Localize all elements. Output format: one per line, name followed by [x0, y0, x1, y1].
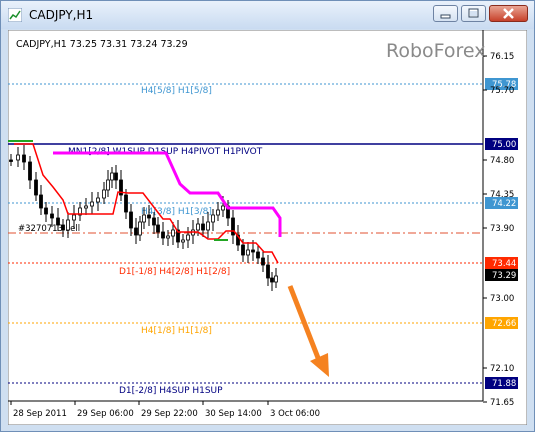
- candle-body: [231, 217, 235, 236]
- candle-body: [61, 224, 65, 231]
- candle-body: [216, 209, 220, 216]
- symbol-info: CADJPY,H1 73.25 73.31 73.24 73.29: [16, 39, 188, 50]
- candle-body: [181, 239, 185, 243]
- candle-body: [72, 214, 76, 221]
- candle-body: [241, 244, 245, 256]
- price-label: 73.00: [490, 294, 514, 304]
- candle-body: [251, 249, 255, 253]
- candle-body: [102, 189, 106, 199]
- price-label: 74.80: [490, 156, 514, 166]
- price-label: 73.90: [490, 224, 514, 234]
- maximize-icon: [468, 8, 479, 18]
- candle-body: [9, 159, 13, 162]
- time-label: 30 Sep 14:00: [205, 409, 262, 419]
- candle-body: [246, 249, 250, 256]
- window-title: CADJPY,H1: [29, 8, 94, 22]
- candle-body: [211, 214, 215, 223]
- minimize-button[interactable]: [433, 5, 458, 22]
- candle-body: [50, 213, 54, 219]
- level-label-h4-5-8: H4[5/8] H1[5/8]: [141, 86, 212, 96]
- current-price-text: 73.29: [492, 271, 516, 281]
- candle-body: [34, 179, 38, 196]
- time-label: 29 Sep 22:00: [141, 409, 198, 419]
- candle-body: [66, 219, 70, 231]
- candle-body: [134, 227, 138, 236]
- candle-body: [201, 223, 205, 231]
- candle-body: [96, 197, 100, 203]
- candle-body: [114, 172, 118, 181]
- price-tag-71-88-text: 71.88: [492, 379, 516, 389]
- candle-body: [196, 223, 200, 231]
- candle-body: [256, 251, 260, 259]
- time-label: 29 Sep 06:00: [77, 409, 134, 419]
- price-chart[interactable]: CADJPY,H1 73.25 73.31 73.24 73.29 RoboFo…: [7, 29, 528, 426]
- candle-body: [261, 257, 265, 266]
- candle-body: [161, 231, 165, 239]
- minimize-icon: [440, 14, 451, 19]
- price-label: 76.15: [490, 52, 514, 62]
- candle-body: [186, 234, 190, 241]
- candle-body: [166, 235, 170, 239]
- candle-body: [152, 217, 156, 226]
- level-label-h4-3-8: H4[3/8] H1[3/8]: [141, 207, 212, 217]
- level-label-d1-minus-2-8: D1[-2/8] H4SUP H1SUP: [119, 386, 223, 396]
- order-label: #3270713 sell: [18, 224, 80, 234]
- price-label: 71.65: [490, 398, 514, 408]
- level-label-h4-1-8: H4[1/8] H1[1/8]: [141, 326, 212, 336]
- candle-body: [44, 207, 48, 215]
- candle-body: [22, 154, 26, 163]
- price-label: 75.70: [490, 86, 514, 96]
- candle-body: [221, 205, 225, 211]
- candle-body: [156, 224, 160, 233]
- title-bar[interactable]: CADJPY,H1: [1, 1, 534, 29]
- close-icon: [503, 8, 514, 19]
- price-label: 74.35: [490, 190, 514, 200]
- watermark: RoboForex: [386, 40, 486, 62]
- price-tag-73-44-text: 73.44: [492, 259, 516, 269]
- candle-body: [84, 205, 88, 209]
- candle-body: [270, 277, 274, 283]
- level-label-d1-minus-1-8: D1[-1/8] H4[2/8] H1[2/8]: [119, 267, 230, 277]
- time-label: 3 Oct 06:00: [270, 409, 320, 419]
- close-button[interactable]: [489, 5, 528, 22]
- time-label: 28 Sep 2011: [13, 409, 67, 419]
- chart-icon: [8, 8, 22, 22]
- candle-body: [206, 221, 210, 231]
- candle-body: [138, 221, 142, 236]
- candle-body: [39, 194, 43, 209]
- candle-body: [124, 194, 128, 213]
- candle-body: [90, 201, 94, 207]
- maximize-button[interactable]: [461, 5, 486, 22]
- candle-body: [274, 275, 278, 283]
- candle-body: [106, 179, 110, 191]
- price-tag-72-66-text: 72.66: [492, 319, 516, 329]
- candle-body: [147, 214, 151, 219]
- candle-body: [110, 172, 114, 181]
- price-label: 72.10: [490, 364, 514, 374]
- candle-body: [266, 264, 270, 279]
- candle-body: [56, 217, 60, 226]
- candle-body: [142, 214, 146, 223]
- candle-body: [171, 229, 175, 237]
- price-tag-75-00-text: 75.00: [492, 140, 516, 150]
- candle-body: [28, 161, 32, 181]
- chart-window: CADJPY,H1 CADJPY,H1 73.25 73.31 73.24 73…: [0, 0, 535, 432]
- candle-body: [16, 154, 20, 161]
- candle-body: [129, 211, 133, 229]
- price-tag-74-22-text: 74.22: [492, 199, 516, 209]
- chart-area[interactable]: CADJPY,H1 73.25 73.31 73.24 73.29 RoboFo…: [7, 29, 528, 426]
